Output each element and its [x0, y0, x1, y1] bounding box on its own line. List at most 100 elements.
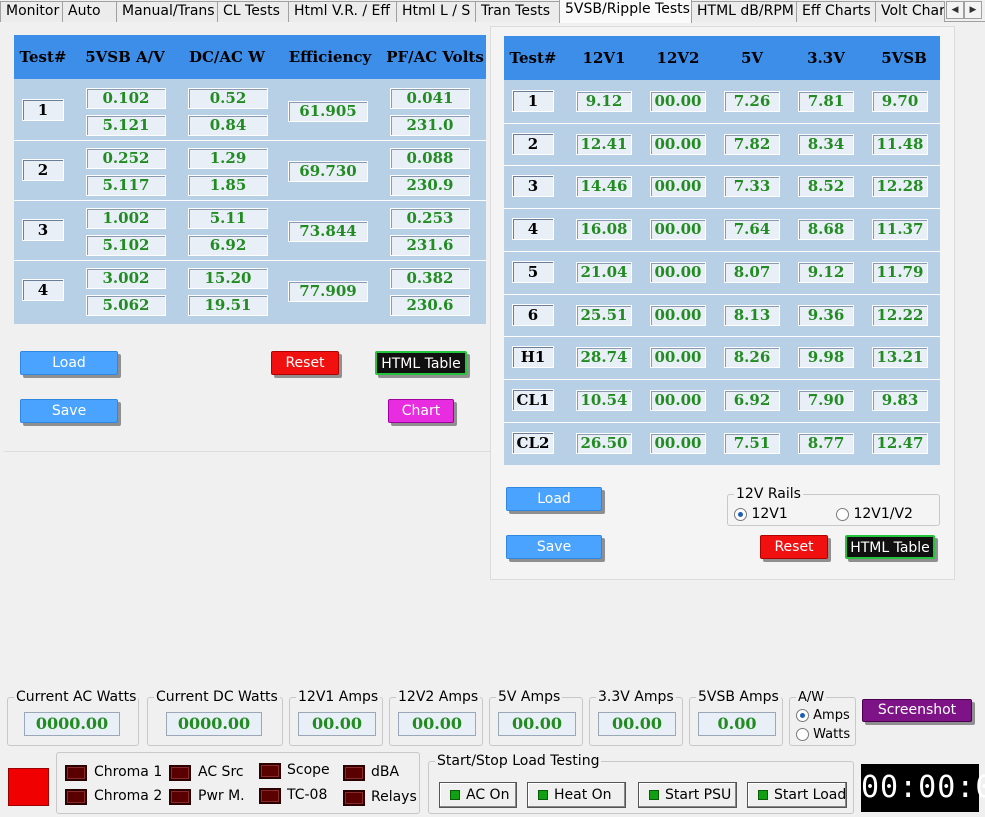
- vsb-amps: 0.102: [86, 88, 166, 109]
- ripple-value: 9.12: [798, 261, 854, 283]
- meter-value: 00.00: [298, 712, 376, 736]
- led-label: Chroma 1: [94, 764, 163, 780]
- vsb-header-efficiency: Efficiency: [288, 48, 372, 66]
- row-divider: [504, 122, 940, 124]
- radio-selected-icon[interactable]: [796, 709, 809, 722]
- vsb-amps: 1.002: [86, 208, 166, 229]
- test-id: 3: [22, 219, 64, 241]
- meter-value: 00.00: [598, 712, 676, 736]
- tab-monitor[interactable]: Monitor: [0, 1, 63, 22]
- row-divider: [504, 208, 940, 210]
- meter-label: 5V Amps: [496, 689, 563, 705]
- row-divider: [14, 140, 486, 141]
- meter-dc-watts: Current DC Watts 0000.00: [147, 689, 283, 746]
- ripple-value: 7.51: [724, 432, 780, 454]
- led-label: Relays: [371, 789, 417, 805]
- tab-scroll-right-icon[interactable]: ▶: [964, 1, 982, 19]
- ripple-reset-button[interactable]: Reset: [760, 535, 828, 559]
- dc-watts: 5.11: [188, 208, 268, 229]
- ripple-value: 8.34: [798, 133, 854, 155]
- led-group: Chroma 1 Chroma 2 AC Src Pwr M. Scope TC…: [56, 752, 420, 814]
- tab-html-db-rpm[interactable]: HTML dB/RPM: [691, 1, 797, 22]
- tab-auto[interactable]: Auto: [62, 1, 117, 22]
- start-load-button[interactable]: Start Load: [747, 782, 847, 808]
- pf-value: 0.253: [390, 208, 470, 229]
- dc-watts: 15.20: [188, 268, 268, 289]
- rails-option-12v1[interactable]: 12V1: [734, 506, 788, 522]
- led-relays-icon: [343, 790, 365, 806]
- ripple-value: 9.83: [872, 389, 928, 411]
- ripple-value: 00.00: [650, 176, 706, 198]
- load-button[interactable]: Load: [20, 351, 118, 375]
- meter-5v-amps: 5V Amps 00.00: [489, 689, 583, 746]
- startstop-group: Start/Stop Load Testing AC On Heat On St…: [428, 753, 854, 814]
- tab-html-ls[interactable]: Html L / S: [396, 1, 476, 22]
- radio-selected-icon[interactable]: [734, 507, 747, 521]
- ac-volts: 230.9: [390, 175, 470, 196]
- test-id: CL2: [512, 431, 554, 454]
- dc-watts: 0.52: [188, 88, 268, 109]
- ac-on-label: AC On: [466, 787, 510, 803]
- ripple-save-button[interactable]: Save: [506, 535, 602, 559]
- tab-volt-chart[interactable]: Volt Chart: [875, 1, 945, 22]
- meter-label: 12V2 Amps: [396, 689, 481, 705]
- ripple-value: 00.00: [650, 91, 706, 112]
- led-label: Chroma 2: [94, 788, 163, 804]
- ac-on-button[interactable]: AC On: [439, 782, 517, 808]
- ac-watts: 6.92: [188, 235, 268, 256]
- ripple-value: 12.22: [872, 304, 928, 326]
- start-psu-button[interactable]: Start PSU: [638, 782, 737, 808]
- html-table-button[interactable]: HTML Table: [375, 351, 467, 375]
- start-load-label: Start Load: [774, 787, 847, 803]
- ripple-load-button[interactable]: Load: [506, 487, 602, 511]
- tab-eff-charts[interactable]: Eff Charts: [796, 1, 876, 22]
- vsb-header-test: Test#: [19, 48, 67, 66]
- heat-on-button[interactable]: Heat On: [527, 782, 626, 808]
- row-divider: [504, 165, 940, 167]
- radio-unselected-icon[interactable]: [836, 507, 849, 521]
- ripple-value: 13.21: [872, 347, 928, 369]
- aw-title: A/W: [796, 690, 827, 705]
- aw-option-amps[interactable]: Amps: [796, 708, 850, 723]
- vsb-amps: 3.002: [86, 268, 166, 289]
- rails-group: 12V Rails 12V1 12V1/V2: [727, 486, 940, 526]
- ac-watts: 0.84: [188, 115, 268, 136]
- status-square-icon: [649, 790, 659, 800]
- ripple-value: 9.70: [872, 91, 928, 112]
- ripple-value: 11.37: [872, 219, 928, 241]
- chart-button[interactable]: Chart: [388, 399, 454, 423]
- ripple-html-table-button[interactable]: HTML Table: [845, 535, 935, 559]
- row-divider: [504, 250, 940, 252]
- test-id: 1: [512, 90, 554, 112]
- ripple-value: 8.52: [798, 176, 854, 198]
- row-divider: [504, 378, 940, 380]
- test-id: 6: [512, 303, 554, 326]
- tab-cl-tests[interactable]: CL Tests: [217, 1, 289, 22]
- tab-manual-trans[interactable]: Manual/Trans: [116, 1, 218, 22]
- ripple-value: 7.33: [724, 176, 780, 198]
- tab-tran-tests[interactable]: Tran Tests: [475, 1, 560, 22]
- ripple-value: 12.41: [576, 133, 632, 155]
- row-divider: [14, 200, 486, 201]
- tab-bar: Monitor Auto Manual/Trans CL Tests Html …: [0, 0, 985, 23]
- meter-value: 00.00: [398, 712, 476, 736]
- ripple-value: 7.82: [724, 133, 780, 155]
- ripple-header-12v2: 12V2: [656, 49, 700, 67]
- tab-scroll-left-icon[interactable]: ◀: [946, 1, 964, 19]
- save-button[interactable]: Save: [20, 399, 118, 423]
- aw-option-watts[interactable]: Watts: [796, 727, 850, 742]
- efficiency-value: 73.844: [288, 221, 368, 242]
- vsb-header-pf: PF/AC Volts: [386, 48, 484, 66]
- tab-html-vr-eff[interactable]: Html V.R. / Eff: [288, 1, 397, 22]
- led-dba-icon: [343, 765, 365, 781]
- aw-option-watts-label: Watts: [813, 727, 851, 742]
- reset-button[interactable]: Reset: [271, 351, 339, 375]
- tab-5vsb-ripple[interactable]: 5VSB/Ripple Tests: [559, 0, 692, 23]
- screenshot-button[interactable]: Screenshot: [862, 699, 972, 722]
- vsb-table-header: Test# 5VSB A/V DC/AC W Efficiency PF/AC …: [14, 35, 486, 79]
- ripple-value: 7.81: [798, 91, 854, 112]
- efficiency-value: 77.909: [288, 281, 368, 302]
- rails-option-12v1v2[interactable]: 12V1/V2: [836, 506, 913, 522]
- ripple-panel: Test# 12V1 12V2 5V 3.3V 5VSB 1 9.12 00.00 7…: [490, 26, 955, 580]
- radio-unselected-icon[interactable]: [796, 728, 809, 741]
